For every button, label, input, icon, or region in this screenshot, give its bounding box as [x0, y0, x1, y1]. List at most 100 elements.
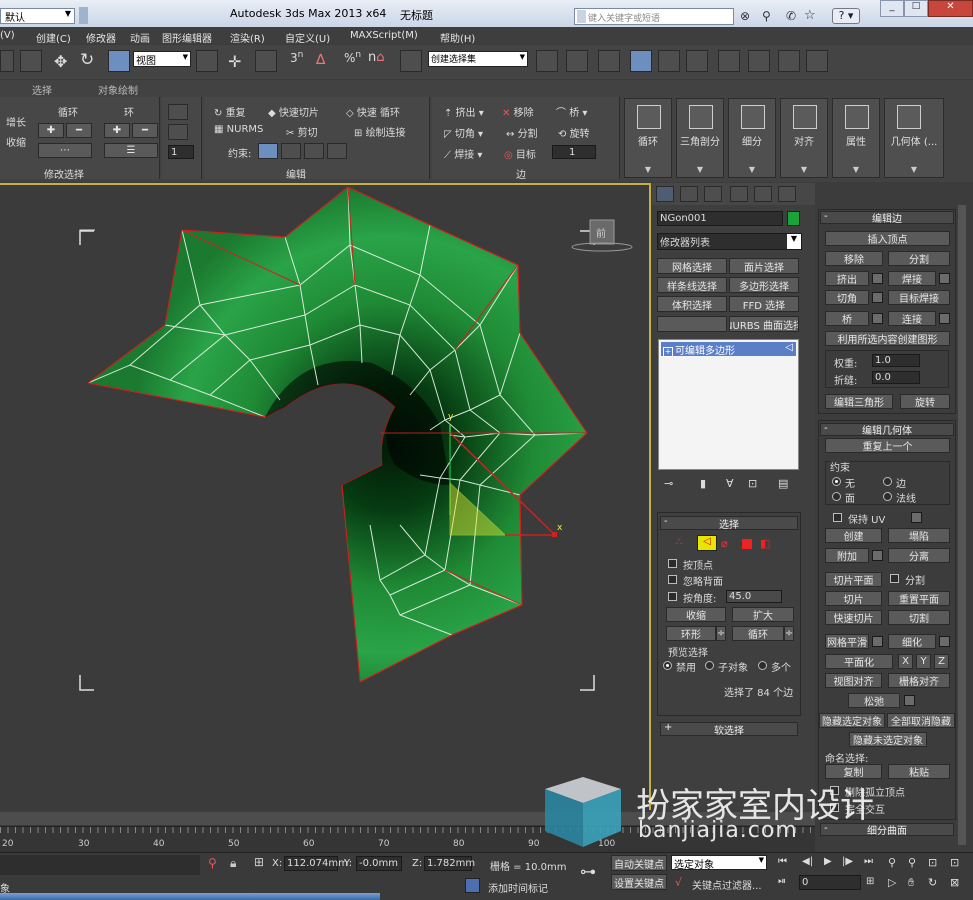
- bridge-settings-button[interactable]: [872, 313, 883, 324]
- utilities-tab-icon[interactable]: [778, 186, 796, 202]
- attach-button[interactable]: 附加: [825, 548, 869, 563]
- weld-button[interactable]: ⟋ 焊接 ▾: [444, 146, 482, 161]
- connect-settings-button[interactable]: [939, 313, 950, 324]
- autokey-button[interactable]: 自动关键点: [611, 855, 667, 871]
- selected-object-dropdown[interactable]: 选定对象 ▼: [671, 855, 767, 871]
- show-end-result-icon[interactable]: ▮: [700, 477, 706, 490]
- mesh-select-button[interactable]: 网格选择: [657, 258, 727, 274]
- quickloop-button[interactable]: ◇ 快速 循环: [346, 104, 400, 119]
- modify-tab-icon[interactable]: [680, 186, 698, 202]
- add-time-tag-label[interactable]: 添加时间标记: [488, 880, 548, 895]
- align-icon[interactable]: [566, 50, 588, 72]
- prev-frame-icon[interactable]: ◀|: [802, 856, 813, 867]
- repeat-last-button[interactable]: 重复上一个: [825, 438, 950, 453]
- display-tab-icon[interactable]: [754, 186, 772, 202]
- soft-selection-rollout-header[interactable]: + 软选择: [660, 722, 798, 737]
- unhide-all-button[interactable]: 全部取消隐藏: [887, 713, 955, 728]
- polygon-level-icon[interactable]: [742, 539, 752, 549]
- set-key-button[interactable]: 设置关键点: [611, 874, 667, 890]
- maximize-viewport-icon[interactable]: ⊠: [950, 876, 959, 889]
- quick-access-undo[interactable]: [79, 7, 88, 24]
- viewport[interactable]: y x 前: [0, 183, 651, 810]
- preview-subobject-radio[interactable]: [705, 661, 714, 670]
- tessellate-button[interactable]: 三角剖分 ▼: [676, 98, 724, 178]
- ring-shrink-button[interactable]: ━: [132, 123, 158, 138]
- minimize-button[interactable]: _: [880, 0, 904, 17]
- create-tab-icon[interactable]: [656, 186, 674, 202]
- vol-select-button[interactable]: 体积选择: [657, 296, 727, 312]
- nurbs-select-button[interactable]: NURBS 曲面选择: [729, 316, 799, 332]
- maxscript-listener[interactable]: [0, 855, 200, 875]
- edit-spinner[interactable]: 1: [168, 145, 194, 159]
- detach-button[interactable]: 分离: [888, 548, 950, 563]
- maximize-button[interactable]: □: [904, 0, 928, 17]
- key-filter-icon[interactable]: √: [675, 876, 682, 889]
- angle-field[interactable]: 45.0: [726, 590, 782, 603]
- goto-end-icon[interactable]: ⏭: [864, 856, 873, 867]
- layer-manager-icon[interactable]: [598, 50, 620, 72]
- isolate-icon[interactable]: ⚲: [208, 856, 217, 870]
- close-button[interactable]: ✕: [928, 0, 973, 17]
- time-config-icon[interactable]: ⊞: [866, 876, 874, 887]
- ee-extrude-button[interactable]: 挤出: [825, 271, 869, 286]
- modify-selection-label[interactable]: 修改选择: [44, 166, 84, 181]
- absolute-mode-icon[interactable]: ⊞: [254, 855, 264, 869]
- pivot-icon[interactable]: [196, 50, 218, 72]
- ffd-select-button[interactable]: FFD 选择: [729, 296, 799, 312]
- angle-snap-icon[interactable]: ∆: [316, 52, 325, 68]
- edges-group-label[interactable]: 边: [516, 166, 526, 181]
- constraint-normal-radio[interactable]: [883, 492, 892, 501]
- motion-tab-icon[interactable]: [730, 186, 748, 202]
- menu-create[interactable]: 创建(C): [36, 30, 71, 45]
- modifier-list-dropdown[interactable]: 修改器列表 ▼: [657, 233, 802, 250]
- next-frame-icon[interactable]: |▶: [842, 856, 853, 867]
- menu-rendering[interactable]: 渲染(R): [230, 30, 265, 45]
- key-filter-button[interactable]: 关键点过滤器...: [692, 877, 762, 892]
- preview-disabled-radio[interactable]: [663, 661, 672, 670]
- paste-button[interactable]: 粘贴: [888, 764, 950, 779]
- vertex-level-icon[interactable]: ∴: [676, 537, 692, 551]
- spinner-snap-icon[interactable]: n⌂: [368, 50, 385, 65]
- menu-animation[interactable]: 动画: [130, 30, 150, 45]
- quickslice-button[interactable]: ◆ 快速切片: [268, 104, 319, 119]
- planarize-y-button[interactable]: Y: [916, 654, 931, 669]
- menu-help[interactable]: 帮助(H): [440, 30, 475, 45]
- refine-settings-button[interactable]: [939, 636, 950, 647]
- edit-group-label[interactable]: 编辑: [286, 166, 306, 181]
- sel-ring-button[interactable]: 环形: [666, 626, 716, 641]
- key-mode-toggle-icon[interactable]: ⏯: [778, 876, 786, 887]
- material-editor-icon[interactable]: [718, 50, 740, 72]
- slice-plane-button[interactable]: 切片平面: [825, 572, 882, 587]
- crease-field[interactable]: 0.0: [872, 371, 920, 384]
- menu-customize[interactable]: 自定义(U): [285, 30, 330, 45]
- zoom-all-icon[interactable]: ⚲: [908, 856, 916, 869]
- ring-button[interactable]: 环: [124, 104, 134, 119]
- constraint-normal-icon[interactable]: [327, 143, 347, 159]
- ring-spinner[interactable]: ÷: [716, 626, 726, 641]
- planarize-z-button[interactable]: Z: [934, 654, 949, 669]
- repeat-button[interactable]: ↻ 重复: [214, 104, 246, 119]
- split-checkbox[interactable]: [890, 574, 899, 583]
- sel-grow-button[interactable]: 扩大: [732, 607, 794, 622]
- key-icon[interactable]: ⚲: [762, 9, 778, 23]
- communication-icon[interactable]: ✆: [786, 9, 802, 23]
- play-icon[interactable]: ▶: [824, 856, 832, 867]
- collapse-button[interactable]: 塌陷: [888, 528, 950, 543]
- patch-select-button[interactable]: 面片选择: [729, 258, 799, 274]
- ring-mode-button[interactable]: ☰: [104, 143, 158, 158]
- align-ribbon-button[interactable]: 对齐 ▼: [780, 98, 828, 178]
- edge-level-icon[interactable]: ◁: [697, 535, 717, 551]
- view-dropdown[interactable]: 视图 ▼: [133, 51, 191, 67]
- planarize-x-button[interactable]: X: [898, 654, 913, 669]
- geometry-button[interactable]: 几何体 (... ▼: [884, 98, 944, 178]
- hide-unselected-button[interactable]: 隐藏未选定对象: [849, 732, 927, 747]
- search-expand-icon[interactable]: [577, 10, 586, 23]
- current-frame-field[interactable]: 0: [799, 875, 861, 890]
- help-icon[interactable]: ? ▾: [832, 8, 860, 24]
- edit-named-sel-icon[interactable]: [400, 50, 422, 72]
- meshsmooth-settings-button[interactable]: [872, 636, 883, 647]
- preserve-uv-settings-button[interactable]: [911, 512, 922, 523]
- rendered-frame-icon[interactable]: [778, 50, 800, 72]
- menu-modifiers[interactable]: 修改器: [86, 30, 116, 45]
- constraint-face-icon[interactable]: [304, 143, 324, 159]
